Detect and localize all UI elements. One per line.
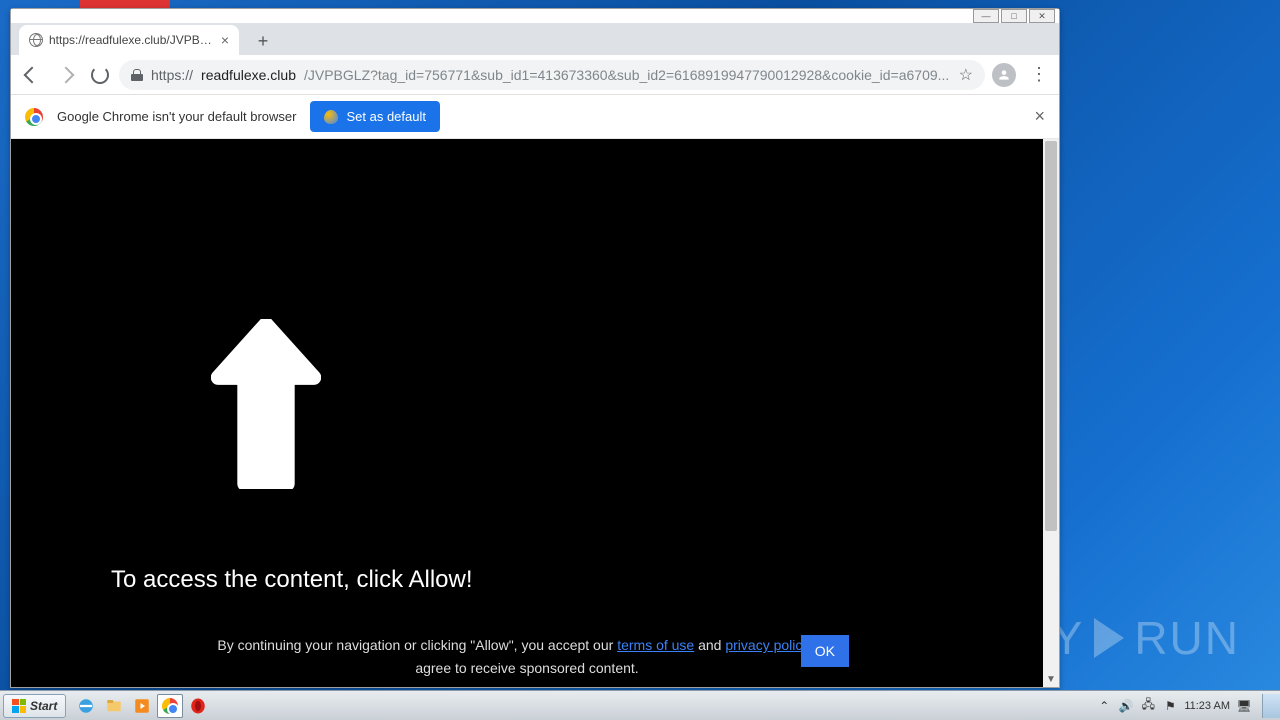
new-tab-button[interactable]: + [249, 27, 277, 55]
start-button[interactable]: Start [3, 694, 66, 718]
taskbar-ie-icon[interactable] [73, 694, 99, 718]
chrome-window: — □ ✕ https://readfulexe.club/JVPBGLZ?ta… [10, 8, 1060, 688]
set-default-label: Set as default [346, 109, 426, 124]
page-headline: To access the content, click Allow! [111, 566, 473, 594]
system-tray: ⌃ 🔊 🖧 ⚑ 11:23 AM 🖥 [1090, 698, 1258, 714]
reload-button[interactable] [85, 60, 115, 90]
vertical-scrollbar[interactable]: ▲ ▼ [1043, 139, 1059, 687]
taskbar-clock[interactable]: 11:23 AM [1184, 700, 1230, 712]
taskbar-chrome-icon[interactable] [157, 694, 183, 718]
default-browser-infobar: Google Chrome isn't your default browser… [11, 95, 1059, 139]
watermark-brand-right: RUN [1134, 611, 1240, 665]
terms-link[interactable]: terms of use [617, 637, 694, 653]
ok-button[interactable]: OK [801, 635, 849, 667]
consent-and: and [694, 637, 725, 653]
start-label: Start [30, 699, 57, 713]
tab-close-icon[interactable]: × [221, 32, 229, 48]
tab-strip: https://readfulexe.club/JVPBGLZ?ta × + [11, 23, 1059, 55]
tab-title: https://readfulexe.club/JVPBGLZ?ta [49, 33, 215, 47]
menu-button[interactable]: ⋮ [1023, 60, 1053, 90]
scrollbar-thumb[interactable] [1045, 141, 1057, 531]
toolbar: https:// readfulexe.club/JVPBGLZ?tag_id=7… [11, 55, 1059, 95]
up-arrow-graphic [211, 319, 321, 494]
taskbar: Start ⌃ 🔊 🖧 ⚑ 11:23 AM 🖥 [0, 690, 1280, 720]
scroll-down-icon[interactable]: ▼ [1043, 671, 1059, 687]
show-desktop-button[interactable] [1262, 694, 1280, 718]
privacy-link[interactable]: privacy policy [725, 637, 809, 653]
window-minimize[interactable]: — [973, 9, 999, 23]
taskbar-explorer-icon[interactable] [101, 694, 127, 718]
url-prefix: https:// [151, 67, 193, 83]
url-host: readfulexe.club [201, 67, 296, 83]
globe-icon [29, 33, 43, 47]
windows-logo-icon [12, 699, 26, 713]
infobar-message: Google Chrome isn't your default browser [57, 109, 296, 124]
browser-tab[interactable]: https://readfulexe.club/JVPBGLZ?ta × [19, 25, 239, 55]
profile-avatar[interactable] [989, 60, 1019, 90]
tray-flag-icon[interactable]: ⚑ [1162, 698, 1178, 714]
tray-network-icon[interactable]: 🖧 [1140, 698, 1156, 714]
tray-volume-icon[interactable]: 🔊 [1118, 698, 1134, 714]
window-maximize[interactable]: □ [1001, 9, 1027, 23]
page-viewport: To access the content, click Allow! By c… [11, 139, 1059, 687]
address-bar[interactable]: https:// readfulexe.club/JVPBGLZ?tag_id=7… [119, 60, 985, 90]
url-rest: /JVPBGLZ?tag_id=756771&sub_id1=413673360… [304, 67, 949, 83]
consent-text: By continuing your navigation or clickin… [11, 634, 1043, 679]
forward-button [51, 60, 81, 90]
infobar-close-icon[interactable]: × [1034, 106, 1045, 127]
bookmark-star-icon[interactable]: ☆ [959, 65, 973, 85]
taskbar-media-icon[interactable] [129, 694, 155, 718]
chrome-logo-icon [25, 108, 43, 126]
back-button[interactable] [17, 60, 47, 90]
consent-pre: By continuing your navigation or clickin… [217, 637, 617, 653]
set-default-button[interactable]: Set as default [310, 101, 440, 132]
tray-monitor-icon[interactable]: 🖥 [1236, 698, 1252, 714]
tray-expand-icon[interactable]: ⌃ [1096, 698, 1112, 714]
taskbar-pinned [73, 694, 211, 718]
window-close[interactable]: ✕ [1029, 9, 1055, 23]
shield-icon [324, 110, 338, 124]
taskbar-opera-icon[interactable] [185, 694, 211, 718]
window-titlebar: — □ ✕ [11, 9, 1059, 23]
play-icon [1094, 618, 1124, 658]
lock-icon [131, 69, 143, 81]
